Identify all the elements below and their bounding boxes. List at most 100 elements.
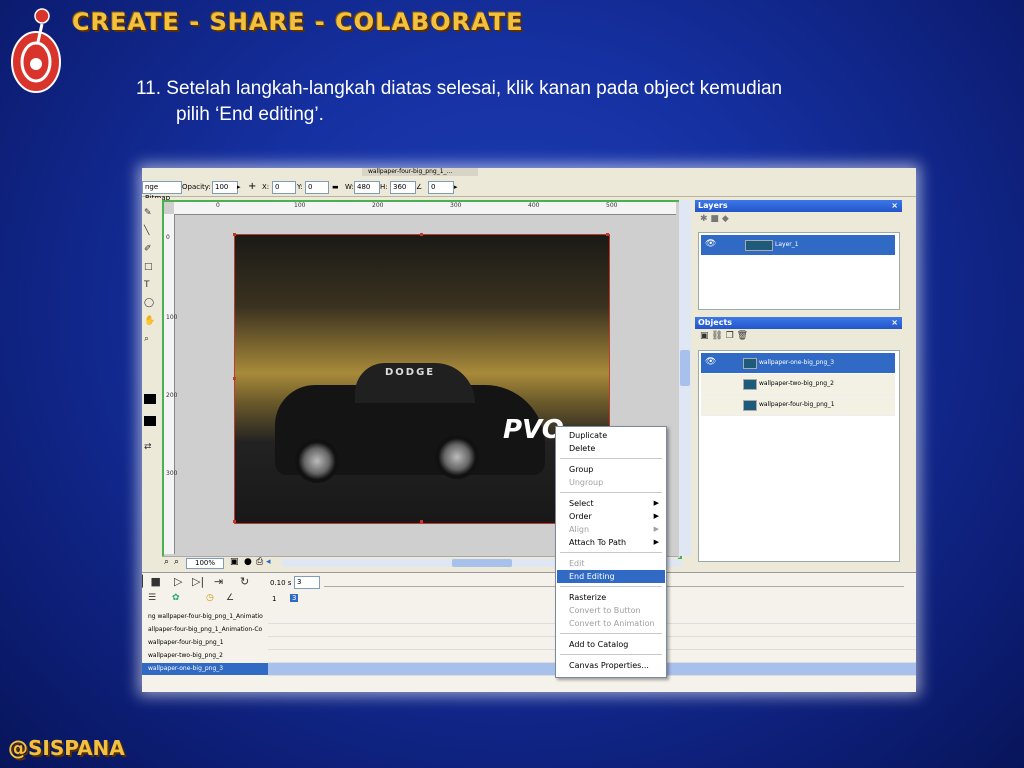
menu-item-duplicate[interactable]: Duplicate <box>557 429 665 442</box>
x-input[interactable]: 0 <box>272 181 296 194</box>
onion-skin-icon[interactable]: ✿ <box>172 593 180 603</box>
hand-tool-icon[interactable]: ✋ <box>144 316 156 326</box>
menu-separator <box>560 458 662 459</box>
object-row-1[interactable]: 👁 wallpaper-one-big_png_3 <box>701 353 895 373</box>
frame-input[interactable]: 3 <box>294 576 320 589</box>
instruction-line-1: 11. Setelah langkah-langkah diatas seles… <box>136 78 783 99</box>
resize-handle[interactable] <box>233 233 236 236</box>
stop-icon[interactable]: ▏■ <box>142 575 161 588</box>
h-input[interactable]: 360 <box>390 181 416 194</box>
stack-icon[interactable]: ▣ <box>700 331 709 341</box>
pen-tool-icon[interactable]: ✎ <box>144 208 156 218</box>
horizontal-scroll-thumb[interactable] <box>452 559 512 567</box>
resize-handle[interactable] <box>233 520 236 523</box>
shape-tool-icon[interactable]: ◯ <box>144 298 156 308</box>
link-icon[interactable]: ⛓ <box>711 331 722 341</box>
menu-item-select-label: Select <box>569 499 594 508</box>
trash-icon[interactable]: 🗑 <box>737 331 748 341</box>
menu-item-order[interactable]: Order ▶ <box>557 510 665 523</box>
menu-item-align: Align ▶ <box>557 523 665 536</box>
preview-icon[interactable]: ▣ <box>230 557 239 567</box>
car-image-object[interactable]: DODGE PVO <box>233 233 610 524</box>
menu-item-end-editing[interactable]: End Editing <box>557 570 665 583</box>
rect-tool-icon[interactable]: □ <box>144 262 156 272</box>
zoom-field[interactable]: 100% <box>186 558 224 569</box>
document-tab[interactable]: wallpaper-four-big_png_1_... <box>362 168 478 176</box>
layers-panel-title[interactable]: Layers × <box>695 200 902 212</box>
tools-panel: ✎ ╲ ✐ □ T ◯ ✋ ⌕ ⇄ <box>142 198 162 558</box>
zoom-tool-icon[interactable]: ⌕ <box>144 334 156 344</box>
layer-stack-icon[interactable]: ☰ <box>148 593 156 603</box>
layer-row-layer-1[interactable]: 👁 Layer_1 <box>701 235 895 255</box>
menu-item-attach-to-path[interactable]: Attach To Path ▶ <box>557 536 665 549</box>
clock-icon[interactable]: ◷ <box>206 593 214 603</box>
timeline-row-selected[interactable]: wallpaper-one-big_png_3 <box>142 663 274 675</box>
instruction-line-2: pilih ‘End editing’. <box>176 104 324 125</box>
resize-handle[interactable] <box>233 377 236 380</box>
timeline-row[interactable]: allpaper-four-big_png_1_Animation-Co <box>142 624 274 636</box>
mode-field[interactable]: nge Bitmap <box>142 181 182 202</box>
menu-item-select[interactable]: Select ▶ <box>557 497 665 510</box>
record-icon[interactable]: ● <box>244 557 252 567</box>
opacity-input[interactable]: 100 <box>212 181 238 194</box>
print-icon[interactable]: ⎙ <box>256 557 263 567</box>
mask-layer-icon[interactable]: ◆ <box>722 214 729 224</box>
menu-item-delete[interactable]: Delete <box>557 442 665 455</box>
objects-panel-title[interactable]: Objects × <box>695 317 902 329</box>
line-tool-icon[interactable]: ╲ <box>144 226 156 236</box>
timeline-row[interactable]: wallpaper-two-big_png_2 <box>142 650 274 662</box>
app-screenshot: wallpaper-four-big_png_1_... nge Bitmap … <box>142 168 916 692</box>
eye-icon[interactable]: 👁 <box>705 239 716 249</box>
layers-title-text: Layers <box>698 201 728 210</box>
w-input[interactable]: 480 <box>354 181 380 194</box>
tween-icon[interactable]: ∠ <box>226 593 234 603</box>
eye-icon[interactable]: 👁 <box>705 357 716 367</box>
play-arrow-icon[interactable]: ▸ <box>237 181 241 193</box>
frame-number-3[interactable]: 3 <box>290 594 299 602</box>
menu-separator <box>560 552 662 553</box>
layer-name: Layer_1 <box>775 241 799 248</box>
play-icon[interactable]: ▷ <box>174 575 182 588</box>
delete-layer-icon[interactable]: ■ <box>710 214 719 224</box>
ruler-h-100: 100 <box>294 202 306 209</box>
last-frame-icon[interactable]: ⇥ <box>214 575 223 588</box>
ruler-h-200: 200 <box>372 202 384 209</box>
copy-icon[interactable]: ❐ <box>726 331 734 341</box>
close-icon[interactable]: × <box>891 200 898 212</box>
object-row-3[interactable]: wallpaper-four-big_png_1 <box>701 395 895 416</box>
scroll-left-icon[interactable]: ◂ <box>266 557 271 567</box>
new-layer-icon[interactable]: ✱ <box>700 214 708 224</box>
timeline-row[interactable]: wallpaper-four-big_png_1 <box>142 637 274 649</box>
vertical-scrollbar[interactable] <box>679 200 691 556</box>
text-tool-icon[interactable]: T <box>144 280 156 290</box>
stroke-color-swatch[interactable] <box>144 394 156 404</box>
y-input[interactable]: 0 <box>305 181 329 194</box>
menu-item-rasterize[interactable]: Rasterize <box>557 591 665 604</box>
angle-arrow-icon[interactable]: ▸ <box>454 181 458 193</box>
object-name: wallpaper-two-big_png_2 <box>759 380 834 387</box>
brush-tool-icon[interactable]: ✐ <box>144 244 156 254</box>
object-row-2[interactable]: wallpaper-two-big_png_2 <box>701 374 895 395</box>
zoom-in-icon[interactable]: ⌕ <box>174 557 179 567</box>
ruler-v-0: 0 <box>166 234 170 241</box>
resize-handle[interactable] <box>420 520 423 523</box>
menu-item-order-label: Order <box>569 512 592 521</box>
resize-handle[interactable] <box>606 233 609 236</box>
angle-input[interactable]: 0 <box>428 181 454 194</box>
loop-icon[interactable]: ↻ <box>240 575 249 588</box>
menu-item-canvas-properties[interactable]: Canvas Properties... <box>557 659 665 672</box>
zoom-out-icon[interactable]: ⌕ <box>164 557 169 567</box>
timeline-row[interactable]: ng wallpaper-four-big_png_1_Animatio <box>142 611 274 623</box>
resize-handle[interactable] <box>420 233 423 236</box>
y-label: Y: <box>297 183 303 191</box>
fill-color-swatch[interactable] <box>144 416 156 426</box>
menu-item-convert-to-button: Convert to Button <box>569 606 641 615</box>
swap-colors-icon[interactable]: ⇄ <box>144 442 156 452</box>
vertical-scroll-thumb[interactable] <box>680 350 690 386</box>
car-wheel-rear <box>295 439 339 483</box>
close-icon[interactable]: × <box>891 317 898 329</box>
ruler-h-400: 400 <box>528 202 540 209</box>
menu-item-group[interactable]: Group <box>557 463 665 476</box>
next-frame-icon[interactable]: ▷| <box>192 575 204 588</box>
menu-item-add-to-catalog[interactable]: Add to Catalog <box>557 638 665 651</box>
